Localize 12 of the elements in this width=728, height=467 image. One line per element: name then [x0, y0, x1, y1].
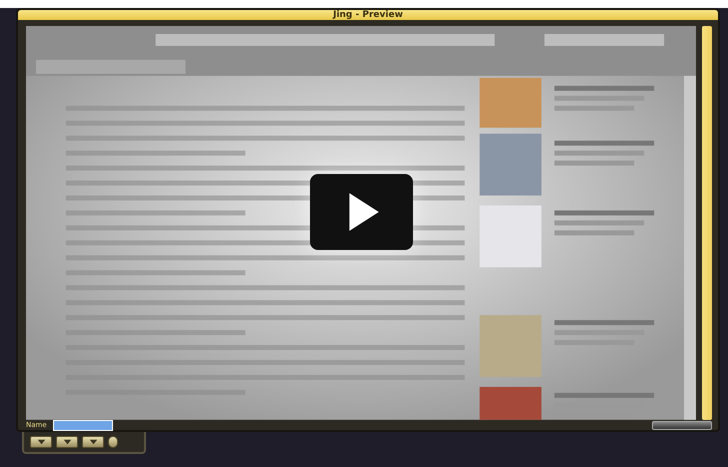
scrollbar[interactable]	[702, 26, 712, 420]
toolbar-button[interactable]	[56, 436, 78, 448]
action-button[interactable]	[652, 420, 712, 430]
caret-icon	[62, 439, 72, 445]
caret-icon	[36, 439, 46, 445]
play-button[interactable]	[310, 174, 413, 250]
name-field[interactable]	[52, 420, 113, 431]
info-button[interactable]	[108, 436, 118, 448]
toolbar-button[interactable]	[82, 436, 104, 448]
caret-icon	[88, 439, 98, 445]
toolbar-button[interactable]	[30, 436, 52, 448]
window-title: Jing - Preview	[333, 10, 403, 20]
